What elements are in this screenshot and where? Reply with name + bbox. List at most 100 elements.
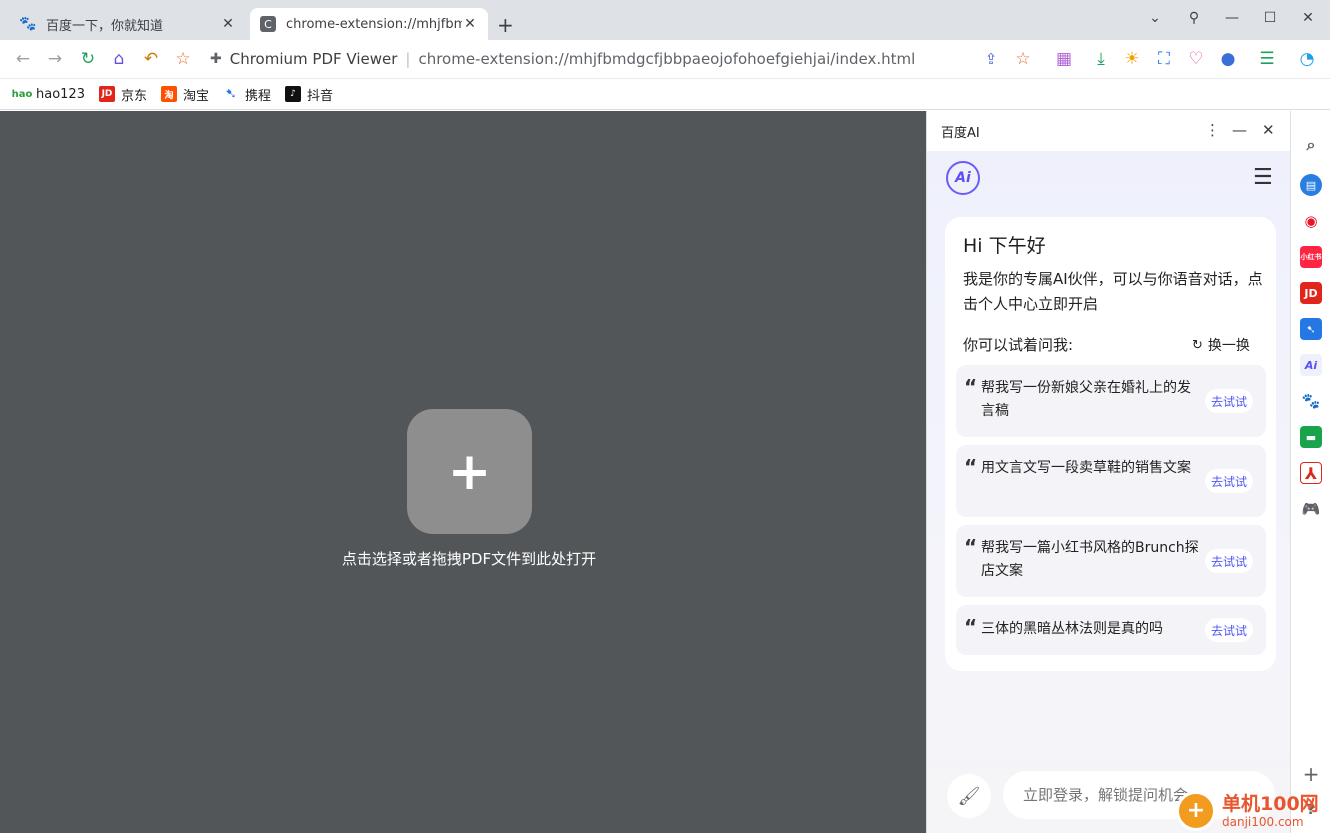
bookmark-hao123[interactable]: hao hao123 (11, 86, 85, 102)
tab-extension[interactable]: C chrome-extension://mhjfbmdg ✕ (250, 8, 488, 40)
suggestion-item[interactable]: “ 帮我写一份新娘父亲在婚礼上的发言稿 去试试 (956, 365, 1266, 437)
suggestion-text: 用文言文写一段卖草鞋的销售文案 (981, 460, 1191, 476)
reload-icon[interactable]: ↻ (77, 48, 99, 70)
skin-icon[interactable]: ♡ (1185, 48, 1207, 70)
watermark-logo: + 单机100网 danji100.com (1176, 788, 1330, 833)
forward-icon[interactable]: → (44, 48, 66, 70)
bookmark-label: hao123 (36, 86, 85, 102)
bookmark-douyin[interactable]: ♪ 抖音 (285, 85, 333, 104)
home-icon[interactable]: ⌂ (108, 48, 130, 70)
douyin-icon: ♪ (285, 86, 302, 102)
bookmark-star-icon[interactable]: ☆ (1012, 48, 1034, 70)
refresh-label: 换一换 (1207, 338, 1250, 354)
maximize-icon[interactable]: ☐ (1260, 10, 1280, 26)
greeting: Hi 下午好 (963, 235, 1046, 257)
extension-name: Chromium PDF Viewer (229, 50, 398, 68)
try-label: 你可以试着问我: (963, 336, 1074, 354)
tab-title: 百度一下，你就知道 (46, 18, 164, 34)
more-icon[interactable]: ⋮ (1205, 121, 1220, 139)
ai-logo-icon: Ai (946, 161, 980, 195)
back-icon[interactable]: ← (12, 48, 34, 70)
note-icon[interactable]: ▤ (1300, 174, 1322, 196)
close-icon[interactable]: ✕ (220, 16, 236, 32)
ai-panel-title: 百度AI (941, 125, 980, 141)
refresh-button[interactable]: ↻ 换一换 (1192, 335, 1250, 355)
pdf-icon[interactable]: ⅄ (1300, 462, 1322, 484)
watermark-sub: danji100.com (1222, 814, 1304, 829)
quote-icon: “ (964, 375, 978, 399)
chevron-down-icon[interactable]: ⌄ (1145, 10, 1165, 26)
pin-icon[interactable]: ⚲ (1184, 10, 1204, 26)
suggestion-item[interactable]: “ 三体的黑暗丛林法则是真的吗 去试试 (956, 605, 1266, 655)
baidu-icon[interactable]: 🐾 (1300, 390, 1322, 412)
bookmark-label: 携程 (245, 88, 272, 104)
screenshot-icon[interactable]: ⛶ (1153, 48, 1175, 70)
add-icon[interactable]: + (1300, 762, 1322, 786)
suggestion-text: 帮我写一篇小红书风格的Brunch探店文案 (981, 540, 1199, 579)
watermark-main: 单机100网 (1222, 792, 1319, 815)
right-sidebar: ⌕ ▤ ◉ 小红书 JD ➷ Ai 🐾 ▬ ⅄ 🎮 + ? (1290, 111, 1330, 833)
menu-icon[interactable]: ☰ (1256, 48, 1278, 70)
star-icon[interactable]: ☆ (172, 48, 194, 70)
suggestion-item[interactable]: “ 帮我写一篇小红书风格的Brunch探店文案 去试试 (956, 525, 1266, 597)
bookmark-jd[interactable]: JD 京东 (98, 85, 147, 104)
intro-text: 我是你的专属AI伙伴，可以与你语音对话，点击个人中心立即开启 (963, 270, 1263, 313)
tab-title: chrome-extension://mhjfbmdg (286, 16, 462, 32)
divider: | (405, 50, 411, 68)
jd-icon: JD (98, 86, 115, 102)
files-icon[interactable]: ▬ (1300, 426, 1322, 448)
suggestion-text: 帮我写一份新娘父亲在婚礼上的发言稿 (981, 380, 1191, 419)
ctrip-icon[interactable]: ➷ (1300, 318, 1322, 340)
close-icon[interactable]: ✕ (462, 16, 478, 32)
game-icon[interactable]: 🎮 (1300, 498, 1322, 520)
tab-strip: 🐾 百度一下，你就知道 ✕ C chrome-extension://mhjfb… (0, 0, 1330, 40)
puzzle-icon: ✚ (210, 51, 222, 67)
bookmark-label: 京东 (120, 88, 147, 104)
xiaohongshu-icon[interactable]: 小红书 (1300, 246, 1322, 268)
window-close-icon[interactable]: ✕ (1298, 10, 1318, 26)
try-button[interactable]: 去试试 (1205, 469, 1253, 493)
try-button[interactable]: 去试试 (1205, 549, 1253, 573)
brush-icon[interactable]: 🖌 (947, 774, 991, 818)
ai-welcome-card: Hi 下午好 我是你的专属AI伙伴，可以与你语音对话，点击个人中心立即开启 你可… (945, 217, 1276, 671)
toolbar: ← → ↻ ⌂ ↶ ☆ ✚ Chromium PDF Viewer | chro… (0, 40, 1330, 79)
browser-logo-icon[interactable]: ◔ (1296, 48, 1318, 70)
ai-side-panel: 百度AI ⋮ — ✕ Ai ☰ Hi 下午好 我是你的专属AI伙伴，可以与你语音… (926, 111, 1291, 833)
watermark-plus-icon: + (1176, 790, 1216, 831)
address-bar[interactable]: ✚ Chromium PDF Viewer | chrome-extension… (210, 46, 915, 72)
sun-icon[interactable]: ☀ (1121, 48, 1143, 70)
hao123-icon: hao (11, 88, 33, 100)
bookmark-taobao[interactable]: 淘 淘宝 (161, 85, 209, 104)
bookmark-label: 淘宝 (183, 88, 210, 104)
pdf-viewer-area[interactable]: + 点击选择或者拖拽PDF文件到此处打开 (0, 111, 926, 833)
undo-icon[interactable]: ↶ (140, 48, 162, 70)
bookmark-ctrip[interactable]: ➷ 携程 (223, 85, 271, 104)
try-button[interactable]: 去试试 (1205, 389, 1253, 413)
baidu-ai-icon[interactable]: Ai (1300, 354, 1322, 376)
bookmark-label: 抖音 (307, 88, 334, 104)
try-button[interactable]: 去试试 (1205, 618, 1253, 642)
bookmarks-bar: hao hao123 JD 京东 淘 淘宝 ➷ 携程 ♪ 抖音 (0, 79, 1330, 110)
suggestion-text: 三体的黑暗丛林法则是真的吗 (981, 621, 1163, 637)
minimize-panel-icon[interactable]: — (1232, 121, 1247, 139)
quote-icon: “ (964, 455, 978, 479)
download-icon[interactable]: ⤓ (1090, 48, 1112, 70)
apps-icon[interactable]: ▦ (1053, 48, 1075, 70)
jd-icon[interactable]: JD (1300, 282, 1322, 304)
minimize-icon[interactable]: — (1222, 10, 1242, 26)
extension-favicon: C (260, 16, 276, 32)
ctrip-icon: ➷ (225, 86, 237, 102)
new-tab-icon[interactable]: + (497, 13, 514, 37)
suggestion-item[interactable]: “ 用文言文写一段卖草鞋的销售文案 去试试 (956, 445, 1266, 517)
open-file-button[interactable]: + (407, 409, 532, 534)
tab-baidu[interactable]: 🐾 百度一下，你就知道 ✕ (10, 8, 246, 40)
open-hint-text: 点击选择或者拖拽PDF文件到此处打开 (341, 550, 597, 568)
quote-icon: “ (964, 535, 978, 559)
share-icon[interactable]: ⇪ (980, 48, 1002, 70)
search-icon[interactable]: ⌕ (1300, 134, 1322, 156)
baidu-paw-icon: 🐾 (19, 16, 37, 32)
weibo-icon[interactable]: ◉ (1300, 210, 1322, 232)
close-panel-icon[interactable]: ✕ (1262, 121, 1275, 139)
profile-icon[interactable]: ● (1217, 48, 1239, 70)
hamburger-menu-icon[interactable]: ☰ (1253, 165, 1273, 190)
